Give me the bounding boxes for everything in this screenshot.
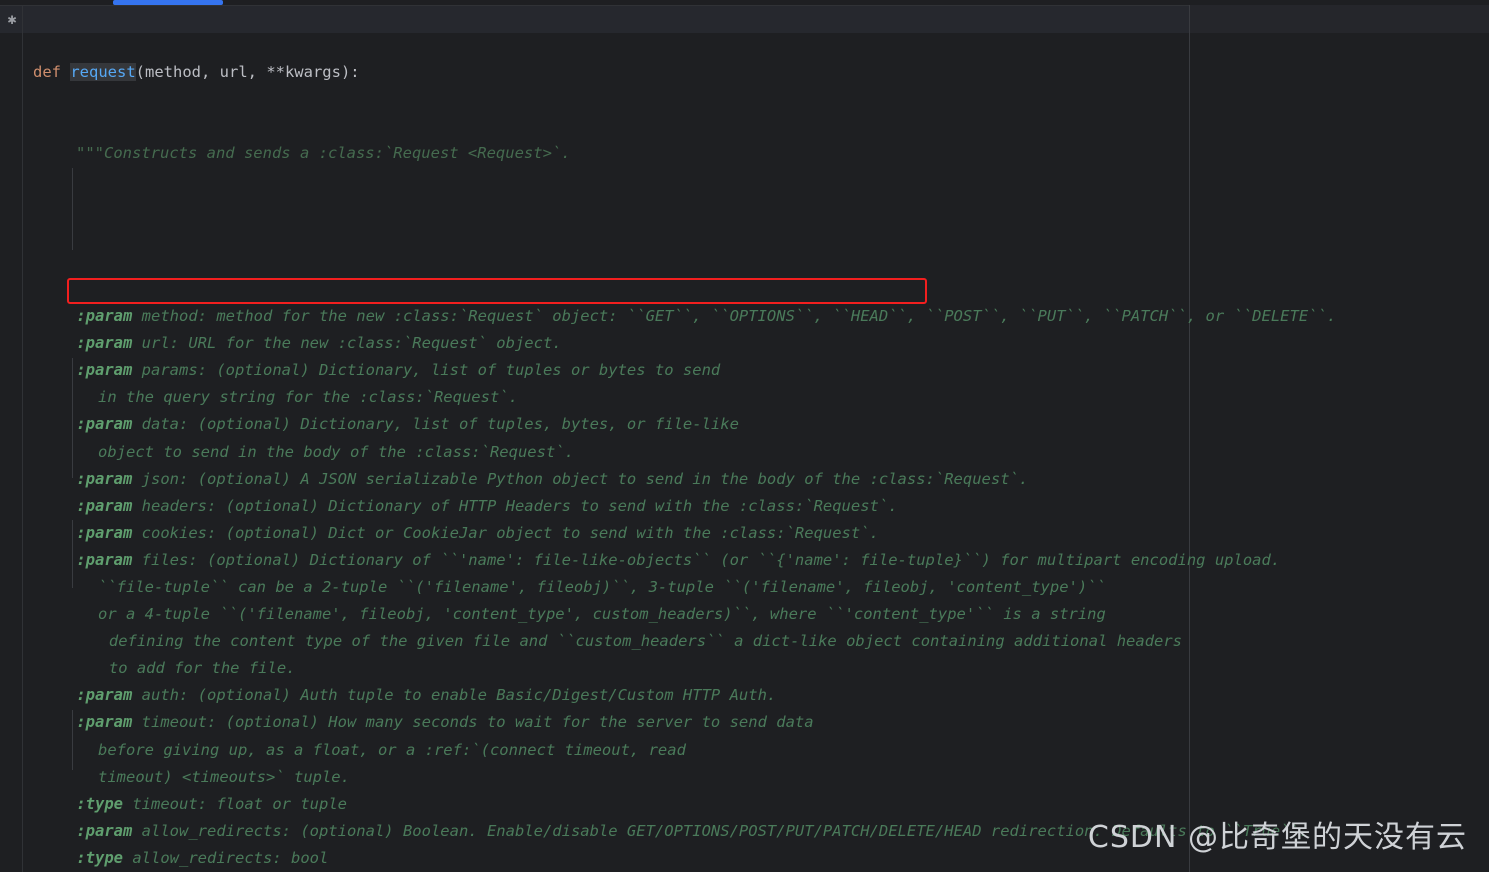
editor-gutter[interactable] — [0, 5, 22, 872]
bookmark-icon[interactable]: ✱ — [4, 10, 20, 28]
docstring-field-tag: :param — [76, 713, 133, 732]
docstring-field-body: to add for the file. — [108, 659, 296, 678]
code-line: :param params: (optional) Dictionary, li… — [33, 357, 1336, 384]
horizontal-scrollbar-track[interactable] — [0, 0, 1489, 5]
docstring-field-body: defining the content type of the given f… — [108, 632, 1183, 651]
docstring-field-body: object to send in the body of the :class… — [98, 442, 574, 461]
code-content[interactable]: def request(method, url, **kwargs): """C… — [33, 5, 1336, 872]
docstring-field-body: ``file-tuple`` can be a 2-tuple ``('file… — [98, 577, 1106, 596]
code-line: :param headers: (optional) Dictionary of… — [33, 493, 1336, 520]
docstring-field-body: timeout: float or tuple — [123, 794, 347, 813]
docstring-field-tag: :type — [76, 848, 124, 867]
docstring-field-tag: :type — [76, 794, 124, 813]
code-line: :param files: (optional) Dictionary of `… — [33, 547, 1336, 574]
docstring-field-body: allow_redirects: bool — [123, 848, 329, 867]
docstring-lines: :param method: method for the new :class… — [33, 303, 1336, 872]
docstring-field-body: data: (optional) Dictionary, list of tup… — [132, 415, 739, 434]
code-line: :param method: method for the new :class… — [33, 303, 1336, 330]
docstring-field-tag: :param — [76, 496, 133, 515]
docstring-open-text: """Constructs and sends a :class:`Reques… — [76, 144, 571, 163]
code-line: :param data: (optional) Dictionary, list… — [33, 411, 1336, 438]
code-line: before giving up, as a float, or a :ref:… — [33, 737, 1336, 764]
code-line: :param auth: (optional) Auth tuple to en… — [33, 682, 1336, 709]
csdn-watermark: CSDN @比奇堡的天没有云 — [1087, 820, 1467, 855]
code-line: :param timeout: (optional) How many seco… — [33, 709, 1336, 736]
docstring-field-tag: :param — [76, 307, 133, 326]
code-line-docstring-open: """Constructs and sends a :class:`Reques… — [33, 140, 1336, 167]
code-line: in the query string for the :class:`Requ… — [33, 384, 1336, 411]
code-line: to add for the file. — [33, 655, 1336, 682]
docstring-field-body: timeout) <timeouts>` tuple. — [98, 767, 350, 786]
function-params: (method, url, **kwargs): — [135, 63, 360, 82]
docstring-field-body: params: (optional) Dictionary, list of t… — [132, 361, 721, 380]
docstring-field-body: in the query string for the :class:`Requ… — [98, 388, 518, 407]
docstring-field-tag: :param — [76, 415, 133, 434]
docstring-field-body: or a 4-tuple ``('filename', fileobj, 'co… — [98, 605, 1106, 624]
docstring-field-tag: :param — [76, 523, 133, 542]
code-line: defining the content type of the given f… — [33, 628, 1336, 655]
docstring-field-body: url: URL for the new :class:`Request` ob… — [132, 334, 562, 353]
code-line: ``file-tuple`` can be a 2-tuple ``('file… — [33, 574, 1336, 601]
horizontal-scrollbar-thumb[interactable] — [113, 0, 223, 5]
docstring-field-tag: :param — [76, 550, 133, 569]
code-line: or a 4-tuple ``('filename', fileobj, 'co… — [33, 601, 1336, 628]
docstring-field-tag: :param — [76, 469, 133, 488]
docstring-field-tag: :param — [76, 821, 133, 840]
docstring-field-body: json: (optional) A JSON serializable Pyt… — [132, 469, 1029, 488]
code-line: :param json: (optional) A JSON serializa… — [33, 466, 1336, 493]
code-line: :param url: URL for the new :class:`Requ… — [33, 330, 1336, 357]
docstring-field-tag: :param — [76, 334, 133, 353]
function-name: request — [70, 63, 136, 82]
code-line: object to send in the body of the :class… — [33, 439, 1336, 466]
docstring-field-body: files: (optional) Dictionary of ``'name'… — [132, 550, 1281, 569]
gutter-divider — [22, 5, 23, 872]
docstring-field-body: headers: (optional) Dictionary of HTTP H… — [132, 496, 898, 515]
docstring-field-body: timeout: (optional) How many seconds to … — [132, 713, 814, 732]
docstring-field-body: before giving up, as a float, or a :ref:… — [98, 740, 686, 759]
code-line-signature: def request(method, url, **kwargs): — [33, 59, 1336, 86]
docstring-field-body: auth: (optional) Auth tuple to enable Ba… — [132, 686, 777, 705]
code-editor[interactable]: ✱ def request(method, url, **kwargs): ""… — [0, 0, 1489, 872]
code-line: :param cookies: (optional) Dict or Cooki… — [33, 520, 1336, 547]
docstring-field-tag: :param — [76, 361, 133, 380]
docstring-field-body: cookies: (optional) Dict or CookieJar ob… — [132, 523, 879, 542]
keyword-def: def — [33, 63, 61, 82]
docstring-field-body: method: method for the new :class:`Reque… — [132, 307, 1337, 326]
code-line: timeout) <timeouts>` tuple. — [33, 764, 1336, 791]
docstring-field-tag: :param — [76, 686, 133, 705]
